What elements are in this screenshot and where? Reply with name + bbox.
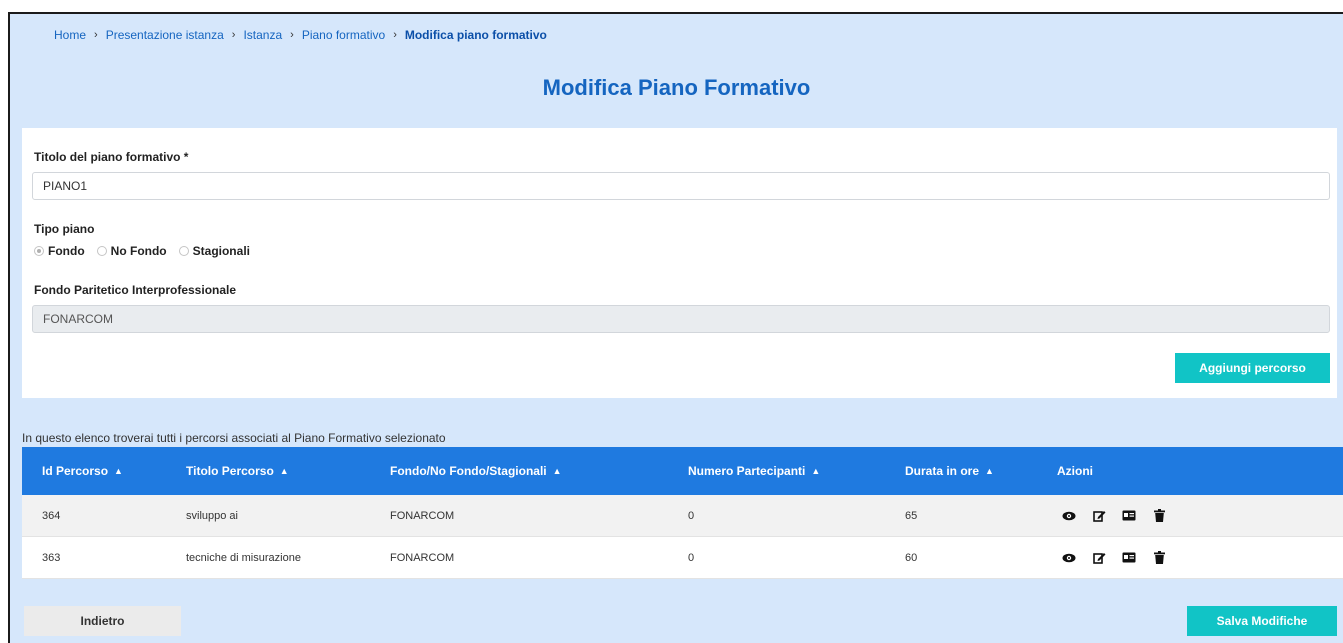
cell-durata: 65: [905, 509, 918, 522]
breadcrumb-current: Modifica piano formativo: [404, 28, 547, 42]
aggiungi-percorso-button[interactable]: Aggiungi percorso: [1175, 353, 1330, 383]
percorsi-table: Id Percorso ▲︎ Titolo Percorso ▲︎ Fondo/No…: [22, 447, 1343, 579]
eye-icon[interactable]: [1062, 551, 1076, 565]
col-durata-label: Durata in ore: [905, 464, 980, 478]
form-panel: Titolo del piano formativo * PIANO1 Tipo…: [22, 128, 1337, 398]
tipo-piano-radio-group: Fondo No Fondo Stagionali: [34, 244, 250, 258]
cell-fondo: FONARCOM: [390, 509, 455, 522]
titolo-input[interactable]: PIANO1: [32, 172, 1330, 200]
id-card-icon[interactable]: [1122, 509, 1136, 523]
trash-icon[interactable]: [1152, 509, 1166, 523]
col-id-percorso[interactable]: Id Percorso ▲︎: [42, 447, 123, 495]
col-id-percorso-label: Id Percorso: [42, 464, 109, 478]
cell-durata: 60: [905, 551, 918, 564]
radio-fondo-label: Fondo: [48, 244, 85, 258]
breadcrumb: Home › Presentazione istanza › Istanza ›…: [54, 28, 547, 42]
edit-icon[interactable]: [1092, 551, 1106, 565]
sort-icon: ▲︎: [114, 466, 123, 476]
col-fondo[interactable]: Fondo/No Fondo/Stagionali ▲︎: [390, 447, 562, 495]
sort-icon: ▲︎: [985, 466, 994, 476]
col-azioni-label: Azioni: [1057, 464, 1093, 478]
sort-icon: ▲︎: [279, 466, 289, 476]
cell-partecipanti: 0: [688, 551, 695, 564]
cell-id: 364: [42, 509, 61, 522]
titolo-value: PIANO1: [43, 179, 88, 193]
breadcrumb-separator: ›: [94, 29, 98, 41]
cell-titolo: tecniche di misurazione: [186, 551, 301, 564]
col-azioni: Azioni: [1057, 447, 1093, 495]
eye-icon[interactable]: [1062, 509, 1076, 523]
trash-icon[interactable]: [1152, 551, 1166, 565]
fondo-paritetico-field: FONARCOM: [32, 305, 1330, 333]
radio-no-fondo-label: No Fondo: [110, 244, 167, 258]
col-numero-partecipanti-label: Numero Partecipanti: [688, 464, 806, 478]
radio-stagionali-label: Stagionali: [192, 244, 250, 258]
breadcrumb-piano-formativo[interactable]: Piano formativo: [302, 28, 385, 42]
edit-icon[interactable]: [1092, 509, 1106, 523]
breadcrumb-istanza[interactable]: Istanza: [243, 28, 282, 42]
row-actions: [1062, 495, 1166, 536]
radio-fondo[interactable]: Fondo: [34, 244, 85, 258]
cell-titolo: sviluppo ai: [186, 509, 238, 522]
page-frame: Home › Presentazione istanza › Istanza ›…: [8, 12, 1343, 643]
radio-no-fondo-indicator: [96, 246, 107, 256]
col-fondo-label: Fondo/No Fondo/Stagionali: [390, 464, 547, 478]
col-titolo-percorso-label: Titolo Percorso: [186, 464, 274, 478]
sort-icon: ▲︎: [811, 466, 821, 476]
table-row: 364 sviluppo ai FONARCOM 0 65: [22, 495, 1343, 537]
tipo-piano-label: Tipo piano: [34, 222, 95, 236]
cell-id: 363: [42, 551, 61, 564]
fondo-paritetico-label: Fondo Paritetico Interprofessionale: [34, 283, 237, 297]
breadcrumb-separator: ›: [393, 29, 397, 41]
breadcrumb-separator: ›: [290, 29, 294, 41]
cell-fondo: FONARCOM: [390, 551, 455, 564]
table-header: Id Percorso ▲︎ Titolo Percorso ▲︎ Fondo/No…: [22, 447, 1343, 495]
fondo-paritetico-value: FONARCOM: [43, 312, 113, 326]
indietro-button[interactable]: Indietro: [24, 606, 181, 636]
cell-partecipanti: 0: [688, 509, 695, 522]
radio-no-fondo[interactable]: No Fondo: [96, 244, 167, 258]
titolo-label: Titolo del piano formativo *: [34, 150, 189, 164]
row-actions: [1062, 537, 1166, 578]
list-description: In questo elenco troverai tutti i percor…: [22, 431, 446, 445]
radio-stagionali-indicator: [178, 246, 189, 256]
radio-stagionali[interactable]: Stagionali: [178, 244, 250, 258]
col-titolo-percorso[interactable]: Titolo Percorso ▲︎: [186, 447, 289, 495]
table-row: 363 tecniche di misurazione FONARCOM 0 6…: [22, 537, 1343, 579]
col-numero-partecipanti[interactable]: Numero Partecipanti ▲︎: [688, 447, 820, 495]
sort-icon: ▲︎: [552, 466, 562, 476]
breadcrumb-separator: ›: [231, 29, 236, 41]
id-card-icon[interactable]: [1122, 551, 1136, 565]
col-durata[interactable]: Durata in ore ▲︎: [905, 447, 994, 495]
salva-modifiche-button[interactable]: Salva Modifiche: [1187, 606, 1337, 636]
breadcrumb-presentazione-istanza[interactable]: Presentazione istanza: [106, 28, 224, 42]
breadcrumb-home[interactable]: Home: [54, 28, 86, 42]
page-title: Modifica Piano Formativo: [542, 75, 811, 100]
radio-fondo-indicator: [34, 246, 44, 256]
